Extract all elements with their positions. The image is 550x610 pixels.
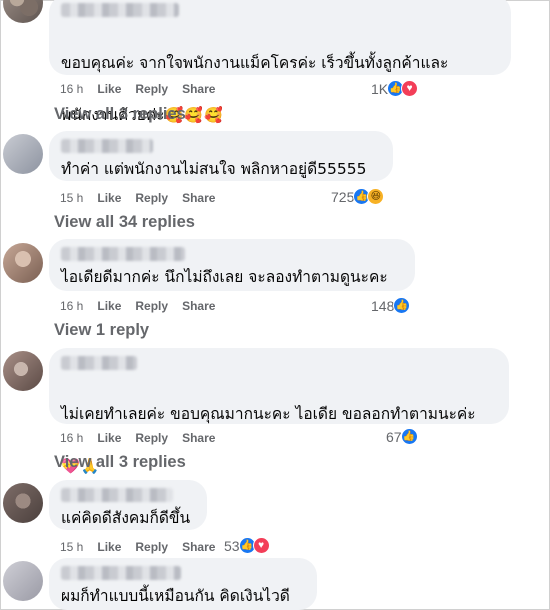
- comment-text: ไอเดียดีมากค่ะ นึกไม่ถึงเลย จะลองทำตามดู…: [61, 268, 388, 286]
- comment-text: แค่คิดดีสังคมก็ดีขึ้น: [61, 509, 191, 527]
- reaction-summary[interactable]: 67 👍: [386, 428, 418, 445]
- view-replies-link[interactable]: View 1 reply: [54, 321, 149, 340]
- share-button[interactable]: Share: [182, 540, 215, 554]
- timestamp[interactable]: 16 h: [60, 299, 83, 313]
- love-icon: ♥: [252, 537, 270, 554]
- timestamp[interactable]: 15 h: [60, 540, 83, 554]
- share-button[interactable]: Share: [182, 82, 215, 96]
- avatar[interactable]: [3, 351, 43, 391]
- comment-actions: 15 h Like Reply Share: [60, 191, 215, 205]
- timestamp[interactable]: 16 h: [60, 431, 83, 445]
- view-replies-link[interactable]: View all 34 replies: [54, 213, 195, 232]
- blurred-author-name[interactable]: [61, 247, 185, 261]
- blurred-author-name[interactable]: [61, 356, 137, 370]
- timestamp[interactable]: 15 h: [60, 191, 83, 205]
- comment-actions: 15 h Like Reply Share: [60, 540, 215, 554]
- reaction-summary[interactable]: 1K 👍 ♥: [371, 80, 419, 97]
- comment-bubble: ไอเดียดีมากค่ะ นึกไม่ถึงเลย จะลองทำตามดู…: [49, 239, 415, 291]
- avatar[interactable]: [3, 0, 43, 23]
- comment-bubble: ทำค่า แต่พนักงานไม่สนใจ พลิกหาอยู่ดี5555…: [49, 131, 393, 181]
- comment-actions: 16 h Like Reply Share: [60, 299, 215, 313]
- avatar[interactable]: [3, 483, 43, 523]
- reaction-summary[interactable]: 53 👍 ♥: [224, 537, 270, 554]
- avatar[interactable]: [3, 134, 43, 174]
- comment-bubble: ไม่เคยทำเลยค่ะ ขอบคุณมากนะคะ ไอเดีย ขอลอ…: [49, 348, 509, 475]
- comment-bubble: ผมก็ทำแบบนี้เหมือนกัน คิดเงินไวดี: [49, 558, 317, 610]
- share-button[interactable]: Share: [182, 299, 215, 313]
- reaction-count: 148: [371, 297, 395, 314]
- reply-button[interactable]: Reply: [135, 540, 168, 554]
- timestamp[interactable]: 16 h: [60, 82, 83, 96]
- avatar[interactable]: [3, 243, 43, 283]
- haha-icon: 😆: [367, 188, 385, 205]
- reaction-summary[interactable]: 725 👍 😆: [331, 188, 385, 205]
- comment-text: ทำค่า แต่พนักงานไม่สนใจ พลิกหาอยู่ดี5555…: [61, 160, 367, 178]
- reaction-count: 1K: [371, 80, 389, 97]
- blurred-author-name[interactable]: [61, 566, 181, 580]
- reaction-count: 725: [331, 188, 355, 205]
- comment-actions: 16 h Like Reply Share: [60, 82, 215, 96]
- blurred-author-name[interactable]: [61, 139, 153, 153]
- blurred-author-name[interactable]: [61, 3, 179, 17]
- view-replies-link[interactable]: View all 3 replies: [54, 105, 186, 124]
- reaction-count: 67: [386, 428, 402, 445]
- like-button[interactable]: Like: [97, 299, 121, 313]
- reply-button[interactable]: Reply: [135, 191, 168, 205]
- like-button[interactable]: Like: [97, 82, 121, 96]
- like-icon: 👍: [400, 428, 418, 445]
- share-button[interactable]: Share: [182, 431, 215, 445]
- comment-actions: 16 h Like Reply Share: [60, 431, 215, 445]
- comment-text: ผมก็ทำแบบนี้เหมือนกัน คิดเงินไวดี: [61, 587, 290, 605]
- view-replies-link[interactable]: View all 3 replies: [54, 453, 186, 472]
- reaction-summary[interactable]: 148 👍: [371, 297, 411, 314]
- reply-button[interactable]: Reply: [135, 431, 168, 445]
- comment-bubble: แค่คิดดีสังคมก็ดีขึ้น: [49, 480, 207, 530]
- comment-bubble: ขอบคุณค่ะ จากใจพนักงานแม็คโครค่ะ เร็วขึ้…: [49, 0, 511, 124]
- like-button[interactable]: Like: [97, 431, 121, 445]
- reply-button[interactable]: Reply: [135, 82, 168, 96]
- love-icon: ♥: [401, 80, 419, 97]
- blurred-author-name[interactable]: [61, 488, 173, 502]
- like-button[interactable]: Like: [97, 540, 121, 554]
- reaction-count: 53: [224, 537, 240, 554]
- like-button[interactable]: Like: [97, 191, 121, 205]
- reply-button[interactable]: Reply: [135, 299, 168, 313]
- share-button[interactable]: Share: [182, 191, 215, 205]
- avatar[interactable]: [3, 561, 43, 601]
- like-icon: 👍: [393, 297, 411, 314]
